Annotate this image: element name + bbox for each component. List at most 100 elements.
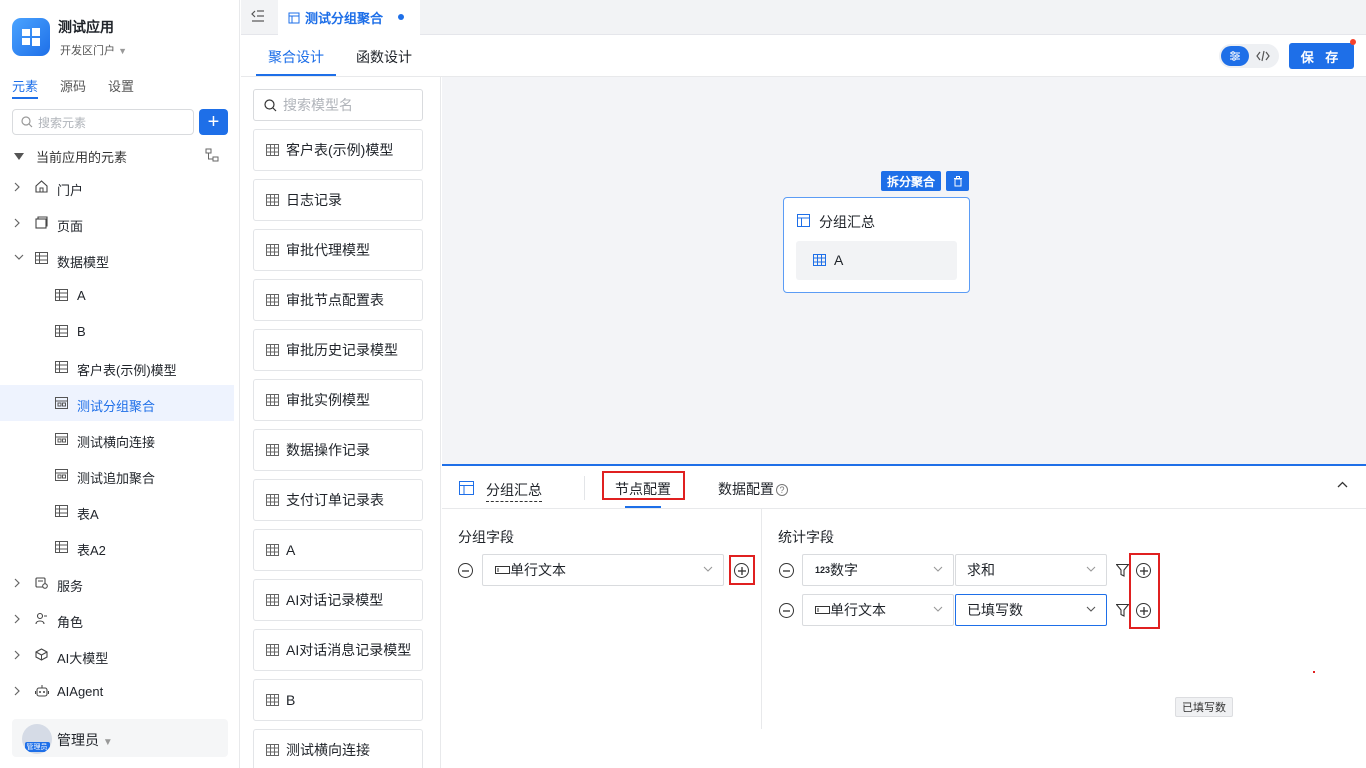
model-card[interactable]: 数据操作记录 xyxy=(253,429,423,471)
node-item-label: A xyxy=(834,252,844,268)
model-card[interactable]: 审批实例模型 xyxy=(253,379,423,421)
model-card[interactable]: AI对话记录模型 xyxy=(253,579,423,621)
sidebar-item[interactable]: 测试分组聚合 xyxy=(0,385,234,421)
filter-icon[interactable] xyxy=(1116,604,1129,617)
tab-data-config[interactable]: 数据配置? xyxy=(718,479,788,499)
collapse-sidebar-icon[interactable] xyxy=(251,10,265,22)
sidebar-item[interactable]: AIAgent xyxy=(0,673,234,709)
model-card[interactable]: 日志记录 xyxy=(253,179,423,221)
chevron-up-icon[interactable] xyxy=(1337,481,1348,488)
model-card[interactable]: 审批节点配置表 xyxy=(253,279,423,321)
chevron-right-icon[interactable] xyxy=(14,614,21,624)
model-card-label: 审批节点配置表 xyxy=(286,292,384,308)
unsaved-dot xyxy=(1350,39,1356,45)
chevron-right-icon[interactable] xyxy=(14,578,21,588)
sidebar-item[interactable]: 服务 xyxy=(0,565,234,601)
sidebar-item-label: 服务 xyxy=(57,579,84,594)
aggregation-label: 已填写数 xyxy=(967,602,1023,618)
sidebar-item-label: 表A2 xyxy=(77,543,106,558)
grid-table-icon xyxy=(266,244,279,256)
sidebar-item[interactable]: 客户表(示例)模型 xyxy=(0,349,234,385)
filter-icon[interactable] xyxy=(1116,564,1129,577)
user-name: 管理员 xyxy=(57,732,99,748)
user-menu[interactable]: 管理员 ▼ xyxy=(57,730,113,750)
sidebar-item-label: 门户 xyxy=(57,183,84,198)
model-card[interactable]: 审批历史记录模型 xyxy=(253,329,423,371)
trash-icon[interactable] xyxy=(946,171,969,191)
sidebar-item[interactable]: 角色 xyxy=(0,601,234,637)
chevron-down-icon xyxy=(703,566,713,572)
model-card[interactable]: 支付订单记录表 xyxy=(253,479,423,521)
tab-node-config[interactable]: 节点配置 xyxy=(615,479,671,499)
chevron-right-icon[interactable] xyxy=(14,650,21,660)
remove-field-icon[interactable] xyxy=(779,563,794,578)
help-icon[interactable]: ? xyxy=(776,484,788,496)
sidebar-item[interactable]: 测试追加聚合 xyxy=(0,457,234,493)
save-button[interactable]: 保 存 xyxy=(1289,43,1354,69)
tree-root[interactable]: 当前应用的元素 xyxy=(14,147,127,166)
add-field-icon[interactable] xyxy=(734,563,749,578)
tree-view-icon[interactable] xyxy=(205,148,219,162)
sidebar-item[interactable]: 数据模型 xyxy=(0,241,234,277)
add-element-button[interactable]: + xyxy=(199,109,228,135)
avatar[interactable]: 管理员 xyxy=(22,724,52,754)
grid-table-icon xyxy=(266,494,279,506)
remove-field-icon[interactable] xyxy=(458,563,473,578)
chevron-down-icon[interactable] xyxy=(14,254,24,261)
model-card-label: 支付订单记录表 xyxy=(286,492,384,508)
sidebar-item-label: 页面 xyxy=(57,219,84,234)
sidebar-item[interactable]: 表A2 xyxy=(0,529,234,565)
model-card[interactable]: 测试横向连接 xyxy=(253,729,423,768)
role-icon xyxy=(35,612,48,625)
tab-source[interactable]: 源码 xyxy=(60,76,86,95)
model-card[interactable]: 客户表(示例)模型 xyxy=(253,129,423,171)
chevron-right-icon[interactable] xyxy=(14,182,21,192)
table-icon xyxy=(35,252,48,264)
caret-down-icon: ▼ xyxy=(118,46,127,56)
avatar-label: 管理员 xyxy=(24,742,50,752)
sidebar-item[interactable]: A xyxy=(0,277,234,313)
tab-elements[interactable]: 元素 xyxy=(12,76,38,95)
panel-title[interactable]: 分组汇总 xyxy=(486,480,542,502)
sidebar-item[interactable]: 测试横向连接 xyxy=(0,421,234,457)
aggregate-icon xyxy=(55,397,68,409)
tab-settings[interactable]: 设置 xyxy=(108,76,134,95)
doc-tab-label: 测试分组聚合 xyxy=(305,11,384,26)
chevron-down-icon xyxy=(933,566,943,572)
tab-function-design[interactable]: 函数设计 xyxy=(356,47,412,67)
model-card[interactable]: 审批代理模型 xyxy=(253,229,423,271)
model-card[interactable]: B xyxy=(253,679,423,721)
stat-field-label: 单行文本 xyxy=(830,602,886,618)
code-icon[interactable] xyxy=(1256,50,1270,62)
model-card[interactable]: AI对话消息记录模型 xyxy=(253,629,423,671)
aggregation-select-sum[interactable]: 求和 xyxy=(955,554,1107,586)
sidebar-item-label: 数据模型 xyxy=(57,255,110,270)
chevron-right-icon[interactable] xyxy=(14,686,21,696)
split-aggregate-button[interactable]: 拆分聚合 xyxy=(881,171,941,191)
remove-field-icon[interactable] xyxy=(779,603,794,618)
sidebar-item[interactable]: B xyxy=(0,313,234,349)
sidebar-item-label: 表A xyxy=(77,507,99,522)
model-search-input[interactable]: 搜索模型名 xyxy=(253,89,423,121)
sidebar-item[interactable]: 页面 xyxy=(0,205,234,241)
element-search-input[interactable]: 搜索元素 xyxy=(12,109,194,135)
sidebar-tabs: 元素 源码 设置 xyxy=(12,76,134,95)
chevron-right-icon[interactable] xyxy=(14,218,21,228)
search-icon xyxy=(264,98,277,111)
settings-sliders-icon[interactable] xyxy=(1221,46,1249,66)
red-dot xyxy=(1313,671,1315,673)
group-field-select[interactable]: 单行文本 xyxy=(482,554,724,586)
sidebar-item[interactable]: AI大模型 xyxy=(0,637,234,673)
grid-table-icon xyxy=(813,254,826,266)
aggregation-select-filled-count[interactable]: 已填写数 xyxy=(955,594,1107,626)
stat-field-select-text[interactable]: 单行文本 xyxy=(802,594,954,626)
sidebar-item[interactable]: 门户 xyxy=(0,169,234,205)
tab-aggregate-design[interactable]: 聚合设计 xyxy=(268,47,324,67)
portal-selector[interactable]: 开发区门户 ▼ xyxy=(60,42,127,58)
chevron-down-icon xyxy=(933,606,943,612)
sidebar-item[interactable]: 表A xyxy=(0,493,234,529)
model-card[interactable]: A xyxy=(253,529,423,571)
stat-field-select-number[interactable]: 123 数字 xyxy=(802,554,954,586)
chevron-down-icon xyxy=(1086,606,1096,612)
aggregation-label: 求和 xyxy=(967,562,995,578)
